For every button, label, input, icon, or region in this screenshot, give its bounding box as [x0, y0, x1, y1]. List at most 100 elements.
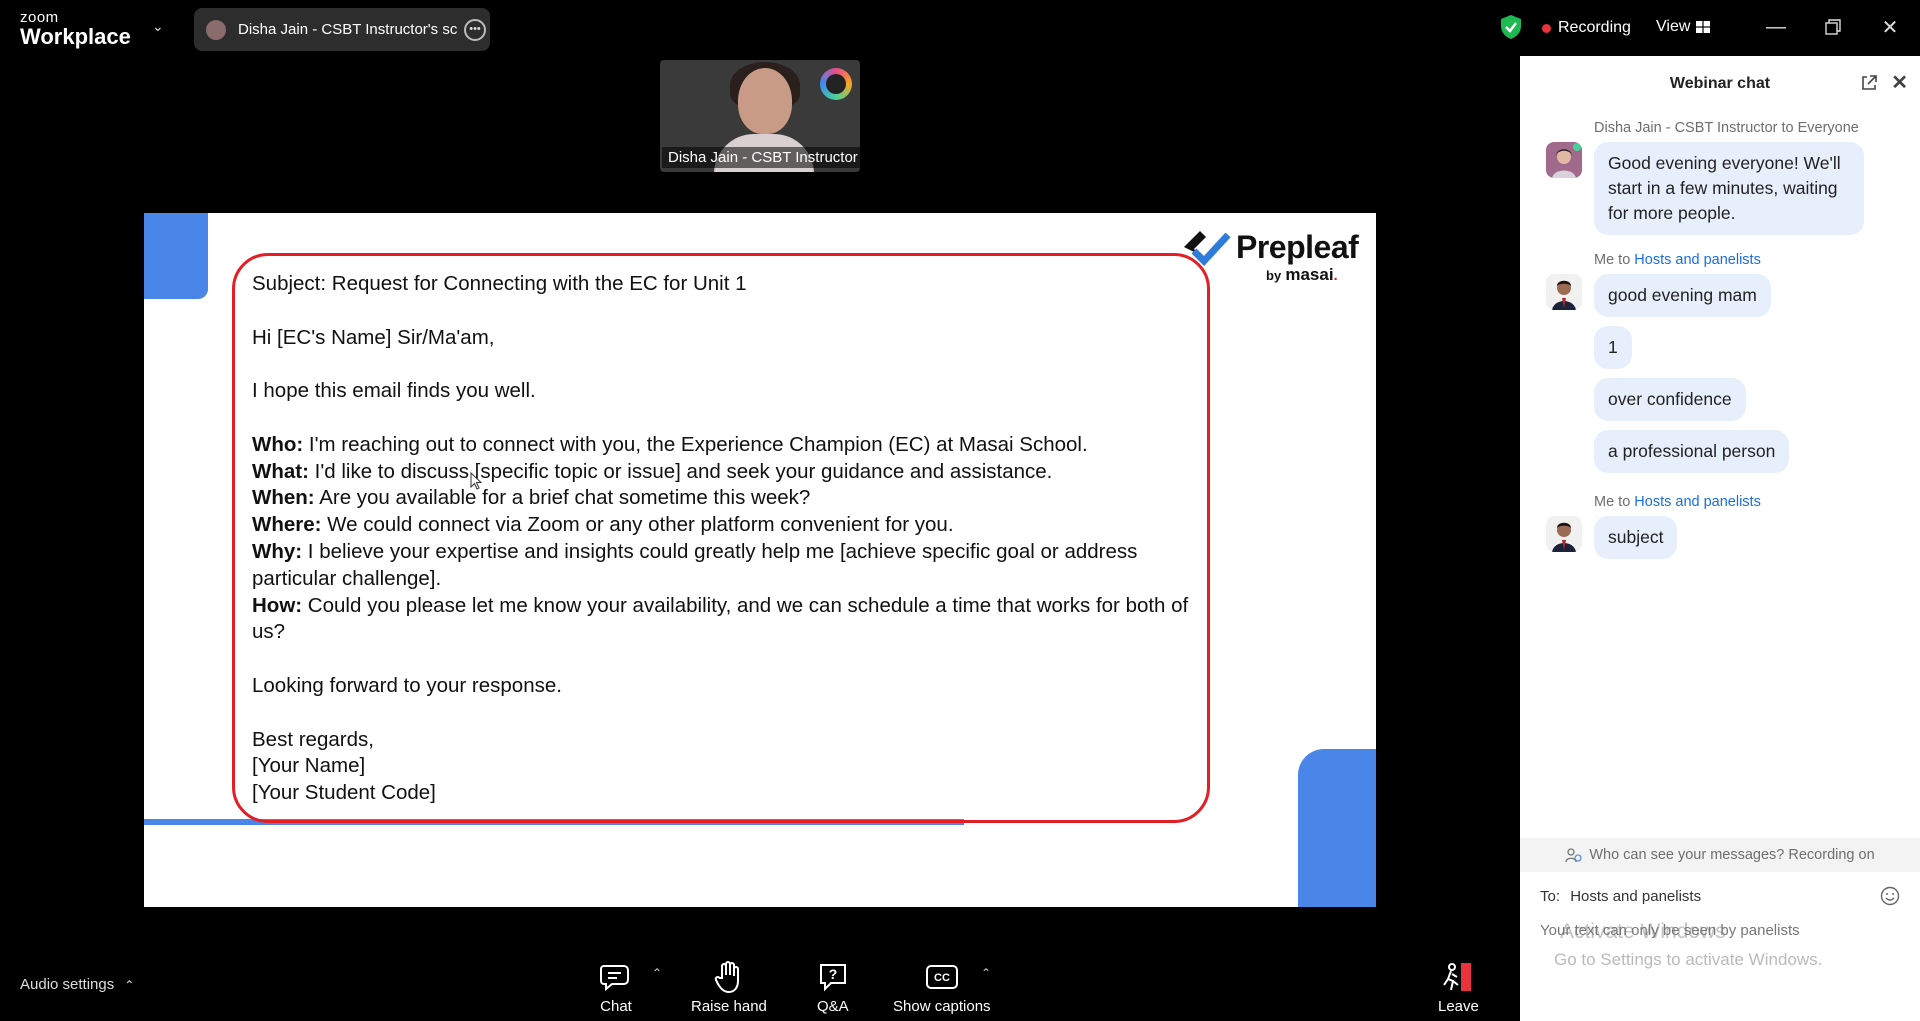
why-text: I believe your expertise and insights co… — [252, 539, 1144, 590]
chat-bubble[interactable]: good evening mam — [1594, 274, 1771, 317]
minimize-icon[interactable]: — — [1756, 12, 1796, 42]
avatar — [1546, 516, 1582, 552]
show-captions-button[interactable]: CC Show captions — [893, 960, 991, 1015]
brand-by: by — [1266, 268, 1282, 283]
recording-dot-icon — [1542, 23, 1551, 33]
title-bar: zoom Workplace ⌄ Disha Jain - CSBT Instr… — [0, 0, 1920, 56]
email-closing: Looking forward to your response. — [252, 673, 562, 697]
participant-name: Disha Jain - CSBT Instructor — [662, 147, 860, 168]
message-target[interactable]: Hosts and panelists — [1634, 252, 1761, 268]
when-text: Are you available for a brief chat somet… — [314, 486, 811, 510]
email-template: Subject: Request for Connecting with the… — [252, 271, 1202, 807]
chat-title: Webinar chat — [1669, 75, 1771, 92]
logo-big: Workplace — [20, 24, 131, 49]
chat-bubble[interactable]: 1 — [1594, 326, 1632, 369]
restore-icon[interactable] — [1813, 12, 1853, 42]
message-meta: Me to Hosts and panelists — [1594, 252, 1761, 268]
who-label: Who: — [252, 432, 304, 456]
leave-label: Leave — [1438, 998, 1479, 1015]
chat-button[interactable]: Chat — [600, 960, 632, 1015]
avatar-badge-icon — [820, 68, 852, 100]
chat-label: Chat — [600, 998, 632, 1015]
qa-label: Q&A — [817, 998, 849, 1015]
email-greeting: Hi [EC's Name] Sir/Ma'am, — [252, 325, 495, 349]
logo-small: zoom — [20, 9, 59, 26]
brand-masai: masai — [1285, 265, 1334, 284]
what-text: I'd like to discuss [specific topic or i… — [308, 459, 1053, 483]
how-text: Could you please let me know your availa… — [252, 593, 1194, 644]
view-button[interactable]: View — [1656, 18, 1711, 36]
where-text: We could connect via Zoom or any other p… — [321, 513, 954, 537]
chat-bubble[interactable]: a professional person — [1594, 430, 1790, 473]
show-captions-label: Show captions — [893, 998, 991, 1015]
qa-button[interactable]: ? Q&A — [817, 960, 849, 1015]
share-title: Disha Jain - CSBT Instructor's scre — [238, 21, 458, 38]
meeting-toolbar: Audio settings ⌃ Chat ⌃ Raise hand ? Q&A… — [0, 946, 1520, 1021]
email-name: [Your Name] — [252, 754, 366, 778]
where-label: Where: — [252, 513, 322, 537]
brand-sub: by masai. — [1266, 265, 1338, 284]
chat-header: Webinar chat ✕ — [1520, 56, 1920, 112]
recording-indicator[interactable]: Recording — [1542, 19, 1631, 37]
message-target[interactable]: Hosts and panelists — [1634, 494, 1761, 510]
to-value: Hosts and panelists — [1570, 888, 1702, 905]
audio-settings-button[interactable]: Audio settings ⌃ — [20, 976, 134, 993]
qa-icon: ? — [818, 960, 848, 994]
leave-icon — [1441, 960, 1475, 994]
recording-label: Recording — [1558, 19, 1631, 36]
participant-face — [738, 68, 792, 134]
participant-video[interactable]: Disha Jain - CSBT Instructor — [660, 60, 860, 172]
video-stage: Disha Jain - CSBT Instructor Prepleaf by… — [0, 56, 1520, 946]
leave-button[interactable]: Leave — [1438, 960, 1479, 1015]
raise-hand-label: Raise hand — [691, 998, 767, 1015]
message-meta: Disha Jain - CSBT Instructor to Everyone — [1594, 120, 1859, 136]
cc-icon: CC — [925, 960, 958, 994]
chat-bubble[interactable]: subject — [1594, 516, 1678, 559]
why-label: Why: — [252, 539, 303, 563]
emoji-icon[interactable] — [1880, 886, 1900, 911]
zoom-logo: zoom Workplace — [20, 10, 131, 48]
pop-out-icon[interactable] — [1860, 74, 1878, 97]
screen-share-pill[interactable]: Disha Jain - CSBT Instructor's scre ••• — [194, 8, 490, 51]
message-sender: Me to — [1594, 494, 1635, 510]
chevron-down-icon[interactable]: ⌄ — [152, 18, 164, 35]
close-icon[interactable]: ✕ — [1891, 70, 1908, 95]
email-what: What: I'd like to discuss [specific topi… — [252, 459, 1202, 486]
when-label: When: — [252, 486, 315, 510]
chevron-up-icon[interactable]: ⌃ — [652, 966, 662, 980]
presentation-slide: Prepleaf by masai. Subject: Request for … — [144, 213, 1376, 907]
avatar — [206, 19, 226, 40]
message-meta: Me to Hosts and panelists — [1594, 494, 1761, 510]
raise-hand-button[interactable]: Raise hand — [691, 960, 767, 1015]
who-text: I'm reaching out to connect with you, th… — [303, 432, 1088, 456]
how-label: How: — [252, 593, 303, 617]
close-icon[interactable]: ✕ — [1870, 12, 1910, 42]
chat-bubble[interactable]: Good evening everyone! We'll start in a … — [1594, 142, 1864, 235]
email-subject: Subject: Request for Connecting with the… — [252, 272, 747, 295]
message-sender: Me to — [1594, 252, 1635, 268]
email-code: [Your Student Code] — [252, 781, 436, 805]
more-icon[interactable]: ••• — [464, 18, 486, 41]
chat-icon — [600, 960, 632, 994]
privacy-note[interactable]: Who can see your messages? Recording on — [1520, 838, 1920, 872]
slide-decoration — [1298, 749, 1376, 907]
chevron-up-icon: ⌃ — [124, 978, 135, 992]
view-label: View — [1656, 18, 1691, 35]
svg-text:CC: CC — [934, 972, 950, 984]
email-opening: I hope this email finds you well. — [252, 379, 536, 403]
mouse-cursor-icon — [470, 471, 483, 495]
email-regards: Best regards, — [252, 727, 374, 751]
email-when: When: Are you available for a brief chat… — [252, 485, 1202, 512]
avatar — [1546, 274, 1582, 310]
audio-settings-label: Audio settings — [20, 976, 115, 993]
email-where: Where: We could connect via Zoom or any … — [252, 512, 1202, 539]
email-how: How: Could you please let me know your a… — [252, 593, 1202, 647]
what-label: What: — [252, 459, 309, 483]
privacy-text: Who can see your messages? Recording on — [1589, 847, 1875, 863]
chat-bubble[interactable]: over confidence — [1594, 378, 1746, 421]
slide-decoration — [144, 213, 208, 299]
chevron-up-icon[interactable]: ⌃ — [981, 966, 991, 980]
activate-windows-subtitle: Go to Settings to activate Windows. — [1554, 950, 1823, 969]
shield-icon[interactable] — [1500, 14, 1522, 45]
recipient-selector[interactable]: To: Hosts and panelists — [1540, 888, 1701, 905]
